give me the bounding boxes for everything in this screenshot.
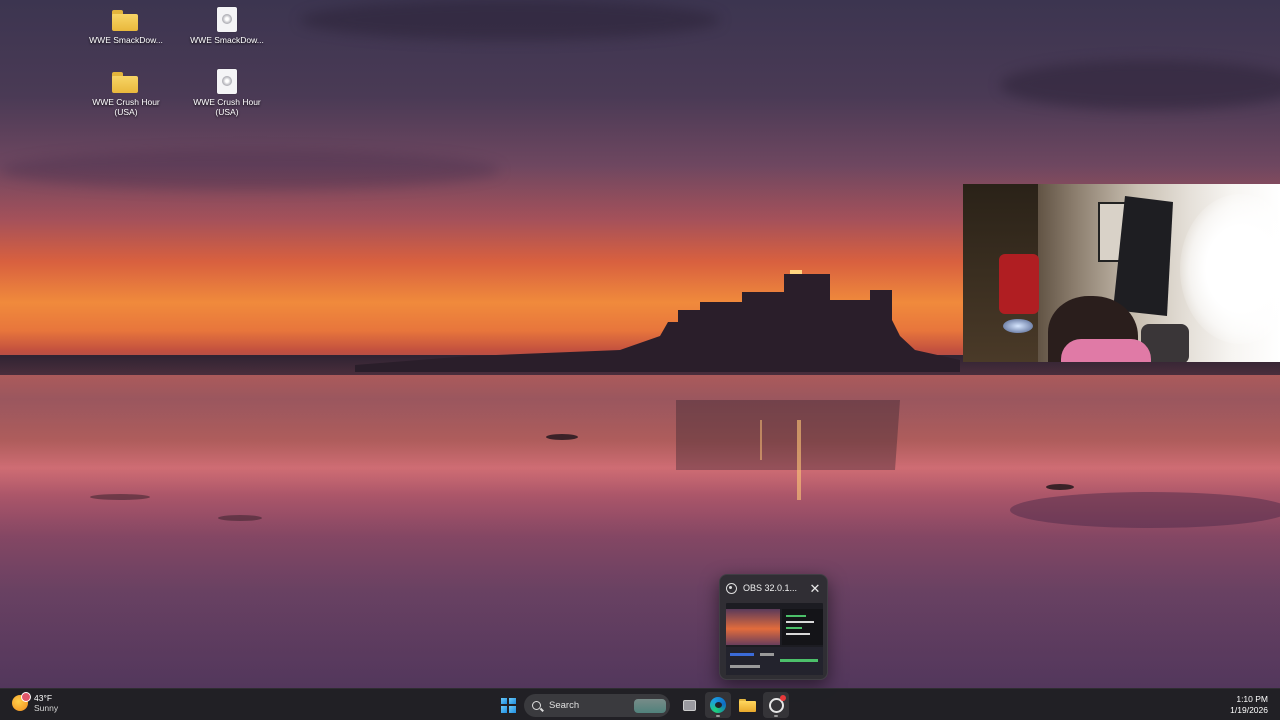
desktop-icon-label: WWE Crush Hour (USA) [193, 97, 261, 117]
weather-temperature: 43°F [34, 693, 53, 703]
disc-image-file-icon [217, 7, 237, 32]
weather-widget[interactable]: 43°F Sunny [12, 692, 59, 713]
folder-icon [112, 72, 138, 93]
edge-taskbar-button[interactable] [705, 692, 731, 718]
search-icon [532, 700, 541, 710]
task-view-button[interactable] [676, 692, 702, 718]
desktop-icon-wwe-smackdown-file[interactable]: WWE SmackDow... [187, 7, 267, 45]
task-view-icon [682, 699, 696, 711]
obs-taskbar-button[interactable] [763, 692, 789, 718]
sun-icon [12, 692, 31, 711]
file-explorer-taskbar-button[interactable] [734, 692, 760, 718]
clock-date: 1/19/2026 [1230, 705, 1268, 715]
obs-icon [768, 694, 786, 713]
search-placeholder: Search [549, 699, 580, 711]
obs-icon [726, 582, 737, 594]
folder-icon [112, 10, 138, 31]
search-highlight-image [634, 698, 666, 713]
desktop-icon-label: WWE SmackDow... [89, 35, 163, 45]
start-button[interactable] [495, 692, 521, 718]
close-icon[interactable]: ✕ [809, 582, 821, 595]
desktop-icon-wwe-crush-hour-file[interactable]: WWE Crush Hour (USA) [187, 69, 267, 117]
desktop-icon-wwe-smackdown-folder[interactable]: WWE SmackDow... [86, 7, 166, 45]
running-indicator [716, 715, 720, 717]
taskbar: 43°F Sunny Search 1:10 PM 1/19/2026 [0, 688, 1280, 720]
taskbar-thumbnail-preview[interactable]: OBS 32.0.1... ✕ [719, 574, 828, 680]
clock-time: 1:10 PM [1236, 694, 1268, 704]
desktop-icon-label: WWE Crush Hour (USA) [92, 97, 160, 117]
windows-start-icon [500, 697, 516, 713]
webcam-overlay [963, 184, 1280, 362]
system-clock[interactable]: 1:10 PM 1/19/2026 [1230, 694, 1268, 716]
desktop-icon-wwe-crush-hour-folder[interactable]: WWE Crush Hour (USA) [86, 69, 166, 117]
running-indicator [774, 715, 778, 717]
file-explorer-icon [738, 698, 756, 712]
search-input[interactable]: Search [524, 693, 670, 717]
preview-window-title: OBS 32.0.1... [743, 583, 798, 593]
desktop-icon-label: WWE SmackDow... [190, 35, 264, 45]
window-thumbnail[interactable] [726, 603, 823, 675]
weather-condition: Sunny [34, 703, 59, 713]
edge-icon [710, 697, 726, 713]
disc-image-file-icon [217, 69, 237, 94]
preview-header: OBS 32.0.1... ✕ [720, 575, 827, 601]
